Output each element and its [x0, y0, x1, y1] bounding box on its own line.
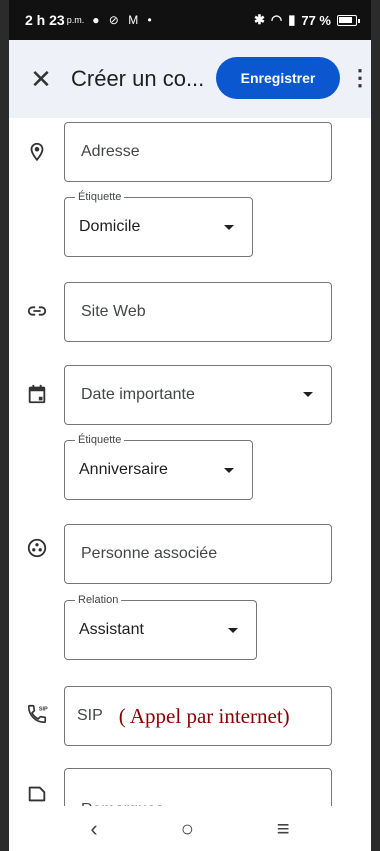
- svg-text:SIP: SIP: [39, 706, 48, 712]
- address-placeholder: Adresse: [81, 143, 140, 160]
- relation-value: Assistant: [79, 621, 144, 638]
- website-placeholder: Site Web: [81, 303, 146, 320]
- device-frame-left: [0, 0, 9, 851]
- address-label-select[interactable]: Étiquette Domicile: [64, 191, 253, 257]
- back-icon[interactable]: ‹: [90, 816, 97, 842]
- sip-field[interactable]: SIP ( Appel par internet): [64, 686, 332, 746]
- sip-phone-icon: SIP: [25, 702, 49, 726]
- home-icon[interactable]: ○: [181, 816, 194, 842]
- wifi-icon: ◠: [270, 12, 283, 27]
- date-label-value: Anniversaire: [79, 461, 168, 478]
- dropdown-arrow-icon: [303, 392, 313, 397]
- status-bar: 2 h 23 p.m. ● ⊘ M • ✱ ◠ ▮ 77 %: [9, 0, 371, 40]
- link-icon: [25, 299, 49, 323]
- date-field[interactable]: Date importante: [64, 365, 332, 425]
- notes-icon: [25, 782, 49, 806]
- related-person-icon: [25, 536, 49, 560]
- website-field[interactable]: Site Web: [64, 282, 332, 342]
- calendar-icon: [25, 382, 49, 406]
- bluetooth-icon: ✱: [253, 12, 265, 27]
- related-person-field[interactable]: Personne associée: [64, 524, 332, 584]
- sip-placeholder: SIP: [77, 707, 103, 724]
- screen: 2 h 23 p.m. ● ⊘ M • ✱ ◠ ▮ 77 % ✕ Créer u…: [9, 0, 371, 851]
- sip-annotation: ( Appel par internet): [118, 703, 290, 728]
- page-title: Créer un co...: [71, 66, 205, 91]
- dropdown-arrow-icon: [228, 628, 238, 633]
- dropdown-arrow-icon: [224, 225, 234, 230]
- device-frame-right: [371, 0, 380, 851]
- date-label-legend: Étiquette: [75, 434, 125, 446]
- recents-icon[interactable]: ≡: [277, 816, 290, 842]
- system-nav-bar: ‹ ○ ≡: [9, 806, 371, 851]
- date-placeholder: Date importante: [81, 386, 195, 403]
- dropdown-arrow-icon: [224, 468, 234, 473]
- more-vert-icon: ⋮: [349, 65, 371, 90]
- date-label-select[interactable]: Étiquette Anniversaire: [64, 434, 253, 500]
- save-button[interactable]: Enregistrer: [216, 57, 340, 99]
- notification-icons: ● ⊘ M •: [92, 13, 155, 27]
- relation-select[interactable]: Relation Assistant: [64, 594, 257, 660]
- status-right: ✱ ◠ ▮ 77 %: [253, 12, 360, 28]
- battery-percent: 77 %: [301, 12, 331, 28]
- relation-legend: Relation: [75, 594, 122, 606]
- battery-icon: [337, 14, 360, 26]
- address-label-legend: Étiquette: [75, 191, 125, 203]
- address-field[interactable]: Adresse: [64, 122, 332, 182]
- close-button[interactable]: ✕: [13, 51, 69, 107]
- address-label-value: Domicile: [79, 218, 141, 235]
- close-icon: ✕: [30, 63, 52, 94]
- status-ampm: p.m.: [66, 15, 85, 25]
- more-options-button[interactable]: ⋮: [349, 60, 371, 96]
- location-pin-icon: [25, 140, 49, 164]
- signal-icon: ▮: [288, 12, 296, 27]
- status-time: 2 h 23: [25, 12, 65, 28]
- related-person-placeholder: Personne associée: [81, 545, 218, 562]
- app-bar: ✕ Créer un co... Enregistrer ⋮: [9, 40, 371, 118]
